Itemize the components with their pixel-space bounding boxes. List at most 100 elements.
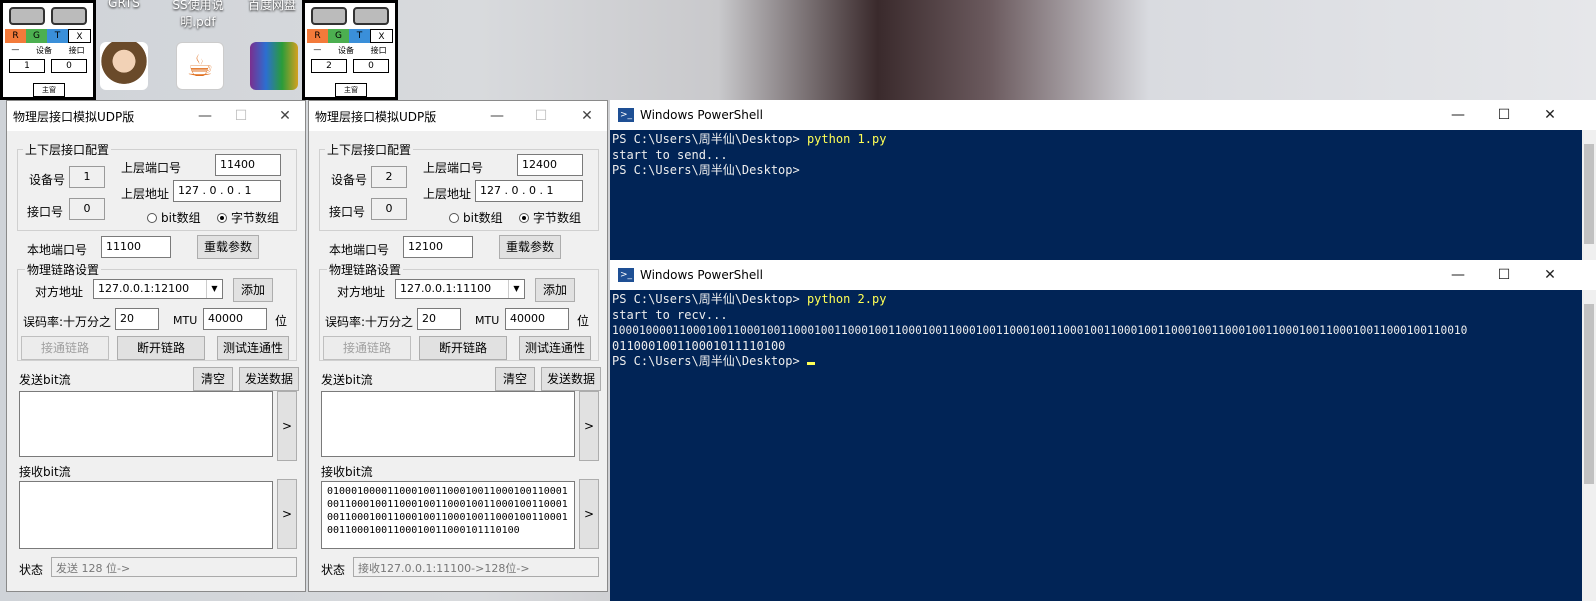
peer-addr-select[interactable]: 127.0.0.1:12100 ▼ xyxy=(93,279,223,299)
peer-addr-select[interactable]: 127.0.0.1:11100 ▼ xyxy=(395,279,525,299)
reload-params-button[interactable]: 重载参数 xyxy=(499,235,561,259)
send-bitstream-area[interactable] xyxy=(19,391,273,457)
add-button[interactable]: 添加 xyxy=(535,278,575,302)
desktop-label-baidu[interactable]: 百度网盘 xyxy=(232,0,312,13)
upper-port-input[interactable]: 11400 xyxy=(215,154,281,176)
mini-key-g[interactable]: G xyxy=(26,29,47,43)
mini-key-r[interactable]: R xyxy=(5,29,26,43)
console-line: start to recv... xyxy=(612,307,728,322)
powershell-title: Windows PowerShell xyxy=(640,108,763,122)
mini-key-t[interactable]: T xyxy=(349,29,370,43)
recv-arrow-button[interactable]: > xyxy=(579,479,599,549)
recv-arrow-button[interactable]: > xyxy=(277,479,297,549)
send-data-button[interactable]: 发送数据 xyxy=(541,367,601,391)
send-arrow-button[interactable]: > xyxy=(579,391,599,461)
dialog-title: 物理层接口模拟UDP版 xyxy=(315,109,437,124)
recv-bitstream-area[interactable]: 0100010000110001001100010011000100110001… xyxy=(321,481,575,549)
disconnect-link-button[interactable]: 断开链路 xyxy=(117,336,205,360)
mini-dev-label: 设备 xyxy=(337,46,354,55)
mini-key-t[interactable]: T xyxy=(47,29,68,43)
clear-button[interactable]: 清空 xyxy=(193,367,233,391)
console-command: python 2.py xyxy=(806,292,887,306)
mini-port-value: 0 xyxy=(51,59,87,73)
close-icon[interactable]: ✕ xyxy=(1538,264,1562,286)
desktop-label-grts[interactable]: GRTS xyxy=(84,0,164,10)
mini-key-g[interactable]: G xyxy=(328,29,349,43)
test-connectivity-button[interactable]: 测试连通性 xyxy=(217,336,289,360)
minimize-icon[interactable]: — xyxy=(1446,104,1470,126)
chevron-down-icon[interactable]: ▼ xyxy=(508,280,524,298)
mini-minus[interactable]: — xyxy=(11,45,19,56)
mini-close-button[interactable]: X xyxy=(370,29,393,43)
group-interface-config-title: 上下层接口配置 xyxy=(325,141,414,158)
send-data-button[interactable]: 发送数据 xyxy=(239,367,299,391)
mini-minus[interactable]: — xyxy=(313,45,321,56)
peer-addr-value: 127.0.0.1:11100 xyxy=(400,282,492,295)
error-rate-input[interactable]: 20 xyxy=(115,308,159,330)
local-port-input[interactable]: 11100 xyxy=(101,236,171,258)
add-button[interactable]: 添加 xyxy=(233,278,273,302)
maximize-icon[interactable]: ☐ xyxy=(231,105,251,127)
send-bitstream-label: 发送bit流 xyxy=(321,373,373,387)
powershell-console[interactable]: PS C:\Users\周半仙\Desktop> python 2.py sta… xyxy=(610,290,1582,601)
close-icon[interactable]: ✕ xyxy=(1538,104,1562,126)
upper-port-input[interactable]: 12400 xyxy=(517,154,583,176)
minimize-icon[interactable]: — xyxy=(1446,264,1470,286)
scrollbar-thumb[interactable] xyxy=(1584,304,1594,484)
powershell-console[interactable]: PS C:\Users\周半仙\Desktop> python 1.py sta… xyxy=(610,130,1582,260)
mtu-input[interactable]: 40000 xyxy=(203,308,267,330)
mtu-input[interactable]: 40000 xyxy=(505,308,569,330)
archive-icon[interactable] xyxy=(250,42,298,90)
maximize-icon[interactable]: ☐ xyxy=(1492,264,1516,286)
scrollbar[interactable] xyxy=(1582,130,1596,260)
reload-params-button[interactable]: 重载参数 xyxy=(197,235,259,259)
close-icon[interactable]: ✕ xyxy=(577,105,597,127)
scrollbar[interactable] xyxy=(1582,290,1596,601)
connect-link-button[interactable]: 接通链路 xyxy=(21,336,109,360)
recv-bitstream-area[interactable] xyxy=(19,481,273,549)
bit-unit-label: 位 xyxy=(275,314,288,328)
dialog-title-bar[interactable]: 物理层接口模拟UDP版 xyxy=(7,101,305,131)
mini-close-button[interactable]: X xyxy=(68,29,91,43)
powershell-icon: >_ xyxy=(618,108,634,122)
test-connectivity-button[interactable]: 测试连通性 xyxy=(519,336,591,360)
radio-byte-array[interactable]: 字节数组 xyxy=(217,209,279,226)
desktop-label-ss-pdf[interactable]: SS使用说明.pdf xyxy=(158,0,238,30)
disconnect-link-button[interactable]: 断开链路 xyxy=(419,336,507,360)
radio-byte-label: 字节数组 xyxy=(533,211,582,225)
connect-link-button[interactable]: 接通链路 xyxy=(323,336,411,360)
maximize-icon[interactable]: ☐ xyxy=(531,105,551,127)
peer-addr-label: 对方地址 xyxy=(337,285,386,299)
send-bitstream-area[interactable] xyxy=(321,391,575,457)
radio-bit-label: bit数组 xyxy=(463,211,503,225)
dialog-title: 物理层接口模拟UDP版 xyxy=(13,109,135,124)
peer-addr-label: 对方地址 xyxy=(35,285,84,299)
console-prompt: PS C:\Users\周半仙\Desktop> xyxy=(612,163,800,178)
mini-main-button[interactable]: 主窗 xyxy=(33,83,65,97)
java-icon[interactable]: ☕ xyxy=(176,42,224,90)
scrollbar-thumb[interactable] xyxy=(1584,144,1594,244)
ida-pro-icon[interactable] xyxy=(100,42,148,90)
maximize-icon[interactable]: ☐ xyxy=(1492,104,1516,126)
chevron-down-icon[interactable]: ▼ xyxy=(206,280,222,298)
radio-bit-array[interactable]: bit数组 xyxy=(147,209,201,226)
close-icon[interactable]: ✕ xyxy=(275,105,295,127)
dialog-title-bar[interactable]: 物理层接口模拟UDP版 xyxy=(309,101,607,131)
clear-button[interactable]: 清空 xyxy=(495,367,535,391)
device-label: 设备号 xyxy=(29,173,66,187)
minimize-icon[interactable]: — xyxy=(487,105,507,127)
mini-main-button[interactable]: 主窗 xyxy=(335,83,367,97)
upper-addr-input[interactable]: 127 . 0 . 0 . 1 xyxy=(173,180,281,202)
radio-bit-array[interactable]: bit数组 xyxy=(449,209,503,226)
send-bitstream-label: 发送bit流 xyxy=(19,373,71,387)
upper-addr-input[interactable]: 127 . 0 . 0 . 1 xyxy=(475,180,583,202)
radio-byte-array[interactable]: 字节数组 xyxy=(519,209,581,226)
send-arrow-button[interactable]: > xyxy=(277,391,297,461)
minimize-icon[interactable]: — xyxy=(195,105,215,127)
mini-screen-left xyxy=(9,7,45,25)
error-rate-input[interactable]: 20 xyxy=(417,308,461,330)
local-port-input[interactable]: 12100 xyxy=(403,236,473,258)
mini-key-r[interactable]: R xyxy=(307,29,328,43)
powershell-icon: >_ xyxy=(618,268,634,282)
mini-port-label: 接口 xyxy=(370,46,387,55)
